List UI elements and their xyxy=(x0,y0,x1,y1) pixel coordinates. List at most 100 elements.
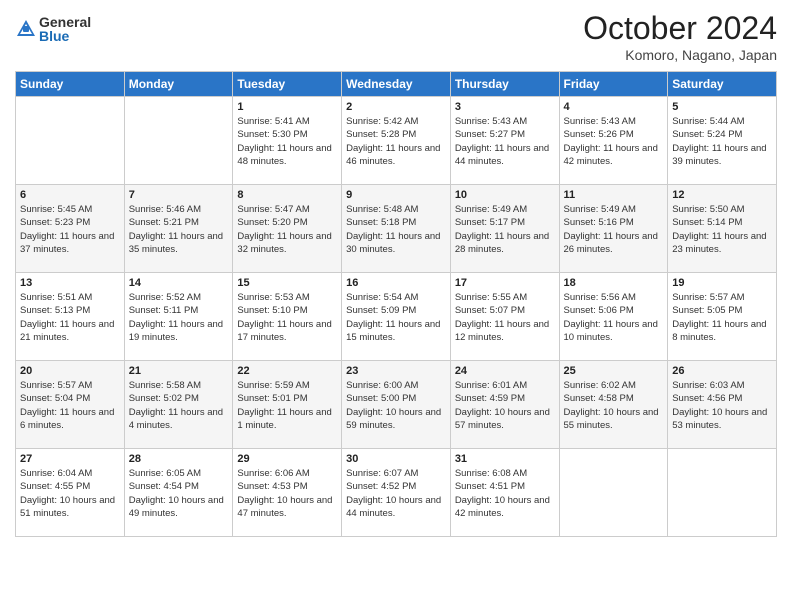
day-info: Sunrise: 6:03 AM Sunset: 4:56 PM Dayligh… xyxy=(672,379,772,432)
day-number: 24 xyxy=(455,365,555,377)
day-info: Sunrise: 6:00 AM Sunset: 5:00 PM Dayligh… xyxy=(346,379,446,432)
day-info: Sunrise: 5:54 AM Sunset: 5:09 PM Dayligh… xyxy=(346,291,446,344)
calendar-cell: 9Sunrise: 5:48 AM Sunset: 5:18 PM Daylig… xyxy=(342,185,451,273)
calendar-cell: 10Sunrise: 5:49 AM Sunset: 5:17 PM Dayli… xyxy=(450,185,559,273)
day-info: Sunrise: 6:07 AM Sunset: 4:52 PM Dayligh… xyxy=(346,467,446,520)
logo-general: General xyxy=(39,15,91,29)
calendar-cell xyxy=(124,97,233,185)
title-block: October 2024 Komoro, Nagano, Japan xyxy=(583,10,777,63)
calendar-cell xyxy=(559,449,668,537)
calendar-cell: 30 Sunrise: 6:07 AM Sunset: 4:52 PM Dayli… xyxy=(342,449,451,537)
calendar-cell: 12Sunrise: 5:50 AM Sunset: 5:14 PM Dayli… xyxy=(668,185,777,273)
calendar-cell: 24 Sunrise: 6:01 AM Sunset: 4:59 PM Dayli… xyxy=(450,361,559,449)
day-number: 13 xyxy=(20,277,120,289)
day-info: Sunrise: 6:08 AM Sunset: 4:51 PM Dayligh… xyxy=(455,467,555,520)
page-container: General Blue October 2024 Komoro, Nagano… xyxy=(0,0,792,547)
day-number: 30 xyxy=(346,453,446,465)
logo-icon xyxy=(15,18,37,40)
day-number: 25 xyxy=(564,365,664,377)
day-info: Sunrise: 5:58 AM Sunset: 5:02 PM Dayligh… xyxy=(129,379,229,432)
header-cell-sunday: Sunday xyxy=(16,72,125,97)
header-cell-wednesday: Wednesday xyxy=(342,72,451,97)
calendar-week-1: 1Sunrise: 5:41 AM Sunset: 5:30 PM Daylig… xyxy=(16,97,777,185)
day-info: Sunrise: 5:47 AM Sunset: 5:20 PM Dayligh… xyxy=(237,203,337,256)
calendar-cell: 28 Sunrise: 6:05 AM Sunset: 4:54 PM Dayli… xyxy=(124,449,233,537)
day-number: 6 xyxy=(20,189,120,201)
calendar-cell: 16 Sunrise: 5:54 AM Sunset: 5:09 PM Dayli… xyxy=(342,273,451,361)
calendar-cell: 7 Sunrise: 5:46 AM Sunset: 5:21 PM Daylig… xyxy=(124,185,233,273)
day-number: 7 xyxy=(129,189,229,201)
day-info: Sunrise: 5:46 AM Sunset: 5:21 PM Dayligh… xyxy=(129,203,229,256)
day-number: 5 xyxy=(672,101,772,113)
header-cell-monday: Monday xyxy=(124,72,233,97)
day-info: Sunrise: 5:43 AM Sunset: 5:26 PM Dayligh… xyxy=(564,115,664,168)
day-info: Sunrise: 5:53 AM Sunset: 5:10 PM Dayligh… xyxy=(237,291,337,344)
day-info: Sunrise: 5:51 AM Sunset: 5:13 PM Dayligh… xyxy=(20,291,120,344)
day-number: 17 xyxy=(455,277,555,289)
day-number: 12 xyxy=(672,189,772,201)
day-number: 14 xyxy=(129,277,229,289)
day-number: 31 xyxy=(455,453,555,465)
calendar-cell: 15 Sunrise: 5:53 AM Sunset: 5:10 PM Dayli… xyxy=(233,273,342,361)
calendar-cell: 14 Sunrise: 5:52 AM Sunset: 5:11 PM Dayli… xyxy=(124,273,233,361)
day-number: 20 xyxy=(20,365,120,377)
calendar-header-row: SundayMondayTuesdayWednesdayThursdayFrid… xyxy=(16,72,777,97)
header-cell-saturday: Saturday xyxy=(668,72,777,97)
day-info: Sunrise: 5:52 AM Sunset: 5:11 PM Dayligh… xyxy=(129,291,229,344)
header: General Blue October 2024 Komoro, Nagano… xyxy=(15,10,777,63)
calendar-cell: 2 Sunrise: 5:42 AM Sunset: 5:28 PM Daylig… xyxy=(342,97,451,185)
calendar-cell: 29Sunrise: 6:06 AM Sunset: 4:53 PM Dayli… xyxy=(233,449,342,537)
day-info: Sunrise: 5:49 AM Sunset: 5:17 PM Dayligh… xyxy=(455,203,555,256)
calendar-cell: 27Sunrise: 6:04 AM Sunset: 4:55 PM Dayli… xyxy=(16,449,125,537)
calendar-cell: 25Sunrise: 6:02 AM Sunset: 4:58 PM Dayli… xyxy=(559,361,668,449)
day-info: Sunrise: 5:43 AM Sunset: 5:27 PM Dayligh… xyxy=(455,115,555,168)
calendar-cell: 13 Sunrise: 5:51 AM Sunset: 5:13 PM Dayli… xyxy=(16,273,125,361)
calendar-body: 1Sunrise: 5:41 AM Sunset: 5:30 PM Daylig… xyxy=(16,97,777,537)
logo-text: General Blue xyxy=(39,15,91,43)
day-info: Sunrise: 6:04 AM Sunset: 4:55 PM Dayligh… xyxy=(20,467,120,520)
calendar-cell: 3Sunrise: 5:43 AM Sunset: 5:27 PM Daylig… xyxy=(450,97,559,185)
calendar-cell: 8 Sunrise: 5:47 AM Sunset: 5:20 PM Daylig… xyxy=(233,185,342,273)
day-info: Sunrise: 6:06 AM Sunset: 4:53 PM Dayligh… xyxy=(237,467,337,520)
logo-blue: Blue xyxy=(39,29,91,43)
day-info: Sunrise: 5:42 AM Sunset: 5:28 PM Dayligh… xyxy=(346,115,446,168)
calendar-cell: 26Sunrise: 6:03 AM Sunset: 4:56 PM Dayli… xyxy=(668,361,777,449)
calendar-week-4: 20Sunrise: 5:57 AM Sunset: 5:04 PM Dayli… xyxy=(16,361,777,449)
day-number: 22 xyxy=(237,365,337,377)
logo: General Blue xyxy=(15,15,91,43)
day-info: Sunrise: 6:05 AM Sunset: 4:54 PM Dayligh… xyxy=(129,467,229,520)
day-number: 11 xyxy=(564,189,664,201)
day-info: Sunrise: 5:44 AM Sunset: 5:24 PM Dayligh… xyxy=(672,115,772,168)
month-title: October 2024 xyxy=(583,10,777,47)
calendar-week-5: 27Sunrise: 6:04 AM Sunset: 4:55 PM Dayli… xyxy=(16,449,777,537)
calendar-cell: 17Sunrise: 5:55 AM Sunset: 5:07 PM Dayli… xyxy=(450,273,559,361)
day-number: 9 xyxy=(346,189,446,201)
day-info: Sunrise: 5:57 AM Sunset: 5:05 PM Dayligh… xyxy=(672,291,772,344)
calendar-cell: 11Sunrise: 5:49 AM Sunset: 5:16 PM Dayli… xyxy=(559,185,668,273)
day-number: 8 xyxy=(237,189,337,201)
day-info: Sunrise: 6:01 AM Sunset: 4:59 PM Dayligh… xyxy=(455,379,555,432)
calendar-cell: 23 Sunrise: 6:00 AM Sunset: 5:00 PM Dayli… xyxy=(342,361,451,449)
calendar-cell: 1Sunrise: 5:41 AM Sunset: 5:30 PM Daylig… xyxy=(233,97,342,185)
day-number: 15 xyxy=(237,277,337,289)
calendar-cell: 21 Sunrise: 5:58 AM Sunset: 5:02 PM Dayli… xyxy=(124,361,233,449)
calendar-cell: 31 Sunrise: 6:08 AM Sunset: 4:51 PM Dayli… xyxy=(450,449,559,537)
day-number: 16 xyxy=(346,277,446,289)
calendar-cell xyxy=(16,97,125,185)
day-info: Sunrise: 5:59 AM Sunset: 5:01 PM Dayligh… xyxy=(237,379,337,432)
header-cell-thursday: Thursday xyxy=(450,72,559,97)
day-info: Sunrise: 5:45 AM Sunset: 5:23 PM Dayligh… xyxy=(20,203,120,256)
day-number: 21 xyxy=(129,365,229,377)
calendar-cell: 6 Sunrise: 5:45 AM Sunset: 5:23 PM Daylig… xyxy=(16,185,125,273)
day-number: 4 xyxy=(564,101,664,113)
calendar-cell: 19Sunrise: 5:57 AM Sunset: 5:05 PM Dayli… xyxy=(668,273,777,361)
calendar-cell: 4 Sunrise: 5:43 AM Sunset: 5:26 PM Daylig… xyxy=(559,97,668,185)
calendar-cell: 20Sunrise: 5:57 AM Sunset: 5:04 PM Dayli… xyxy=(16,361,125,449)
day-number: 23 xyxy=(346,365,446,377)
calendar-cell: 22 Sunrise: 5:59 AM Sunset: 5:01 PM Dayli… xyxy=(233,361,342,449)
day-number: 28 xyxy=(129,453,229,465)
calendar-cell: 18Sunrise: 5:56 AM Sunset: 5:06 PM Dayli… xyxy=(559,273,668,361)
calendar-cell xyxy=(668,449,777,537)
day-number: 2 xyxy=(346,101,446,113)
calendar-week-2: 6 Sunrise: 5:45 AM Sunset: 5:23 PM Daylig… xyxy=(16,185,777,273)
